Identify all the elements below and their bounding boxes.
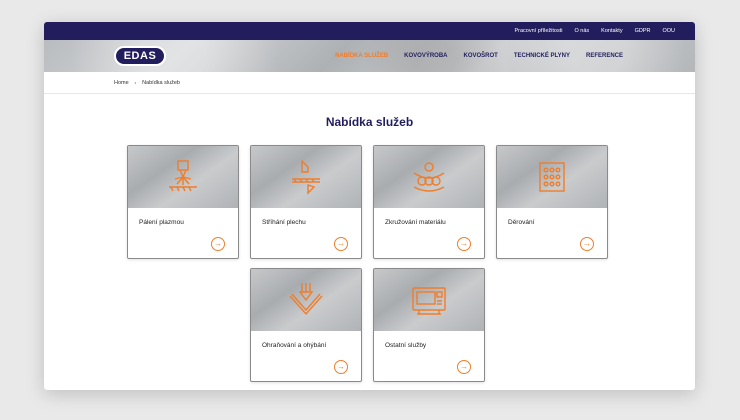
main-nav: NABÍDKA SLUŽEB KOVOVÝROBA KOVOŠROT TECHN…	[335, 40, 623, 72]
breadcrumb-home[interactable]: Home	[114, 80, 129, 86]
nav-item-scrap[interactable]: KOVOŠROT	[464, 53, 498, 59]
service-image	[497, 146, 607, 208]
service-card-rolling[interactable]: Zkružování materiálu →	[373, 145, 485, 259]
browser-window: Pracovní příležitosti O nás Kontakty GDP…	[44, 22, 695, 390]
service-card-punching[interactable]: Děrování →	[496, 145, 608, 259]
arrow-right-icon[interactable]: →	[334, 237, 348, 251]
service-image	[251, 146, 361, 208]
topbar-link-oou[interactable]: OOU	[662, 28, 675, 34]
machine-icon	[412, 287, 446, 315]
nav-item-gases[interactable]: TECHNICKÉ PLYNY	[514, 53, 570, 59]
topbar-link-careers[interactable]: Pracovní příležitosti	[514, 28, 562, 34]
service-card-bending[interactable]: Ohraňování a ohýbání →	[250, 268, 362, 382]
topbar-link-contacts[interactable]: Kontakty	[601, 28, 622, 34]
service-image	[128, 146, 238, 208]
breadcrumb-separator: •	[134, 80, 137, 85]
nav-item-metalwork[interactable]: KOVOVÝROBA	[404, 53, 447, 59]
sheet-cutting-icon	[292, 159, 320, 195]
service-image	[374, 269, 484, 331]
service-label: Stříhání plechu	[262, 219, 306, 226]
arrow-right-icon[interactable]: →	[457, 360, 471, 374]
topbar-link-gdpr[interactable]: GDPR	[635, 28, 651, 34]
top-bar: Pracovní příležitosti O nás Kontakty GDP…	[44, 22, 695, 40]
service-label: Pálení plazmou	[139, 219, 184, 226]
service-image	[374, 146, 484, 208]
plasma-cutting-icon	[169, 160, 197, 192]
logo[interactable]: EDAS	[114, 46, 166, 66]
service-card-plasma[interactable]: Pálení plazmou →	[127, 145, 239, 259]
service-label: Děrování	[508, 219, 535, 226]
rolling-icon	[413, 162, 445, 192]
service-card-sheet-cutting[interactable]: Stříhání plechu →	[250, 145, 362, 259]
topbar-link-about[interactable]: O nás	[574, 28, 589, 34]
arrow-right-icon[interactable]: →	[211, 237, 225, 251]
arrow-right-icon[interactable]: →	[580, 237, 594, 251]
page-title: Nabídka služeb	[325, 115, 414, 129]
site-header: EDAS NABÍDKA SLUŽEB KOVOVÝROBA KOVOŠROT …	[44, 40, 695, 72]
bending-icon	[289, 283, 323, 316]
nav-item-services[interactable]: NABÍDKA SLUŽEB	[335, 53, 388, 59]
service-card-other[interactable]: Ostatní služby →	[373, 268, 485, 382]
arrow-right-icon[interactable]: →	[457, 237, 471, 251]
arrow-right-icon[interactable]: →	[334, 360, 348, 374]
breadcrumb-current: Nabídka služeb	[142, 79, 180, 86]
service-label: Ohraňování a ohýbání	[262, 342, 327, 349]
service-image	[251, 269, 361, 331]
nav-item-references[interactable]: REFERENCE	[586, 53, 623, 59]
breadcrumb: Home • Nabídka služeb	[44, 72, 695, 94]
punching-icon	[539, 162, 565, 192]
service-label: Ostatní služby	[385, 342, 427, 349]
service-label: Zkružování materiálu	[385, 219, 446, 226]
